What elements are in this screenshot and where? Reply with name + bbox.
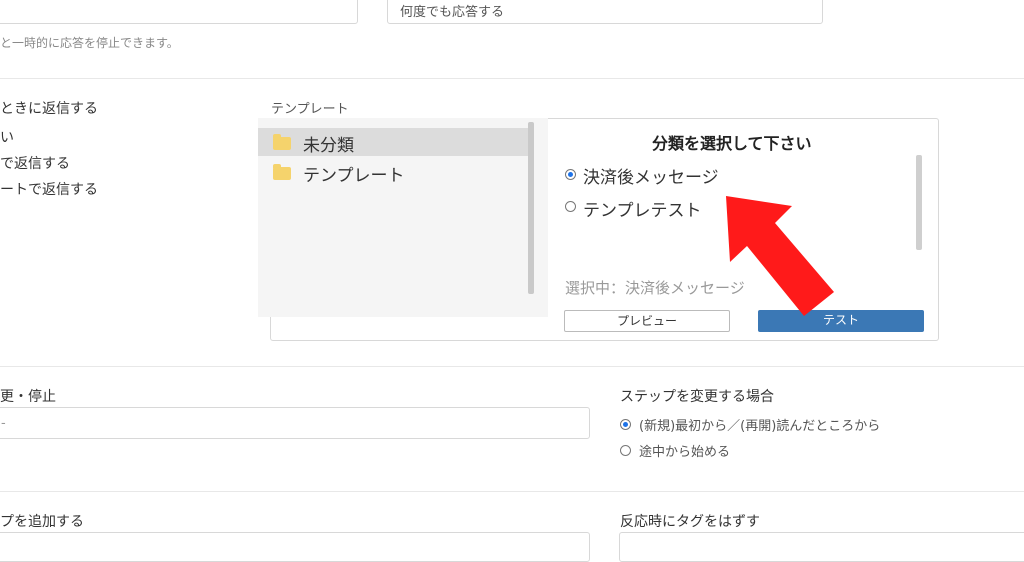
step-select[interactable]: - bbox=[0, 407, 590, 439]
top-left-input[interactable] bbox=[0, 0, 358, 24]
folder-label: テンプレート bbox=[303, 166, 405, 186]
add-tag-label: プを追加する bbox=[0, 514, 84, 530]
response-mode-value: 何度でも応答する bbox=[400, 5, 505, 20]
template-label: テンプレート bbox=[271, 102, 349, 117]
selected-template-text: 選択中：決済後メッセージ bbox=[565, 279, 745, 297]
folder-icon bbox=[273, 164, 291, 180]
preview-button[interactable]: プレビュー bbox=[564, 310, 730, 332]
divider-1 bbox=[0, 78, 1024, 79]
remove-tag-input[interactable] bbox=[619, 532, 1024, 562]
step-radio-restart[interactable] bbox=[620, 419, 631, 430]
folder-label: 未分類 bbox=[303, 136, 354, 156]
reply-option-3[interactable]: ートで返信する bbox=[0, 179, 98, 199]
step-select-value: - bbox=[1, 416, 6, 431]
divider-2 bbox=[0, 366, 1024, 367]
choice-radio-test[interactable] bbox=[565, 201, 576, 212]
reply-heading: ときに返信する bbox=[0, 101, 98, 117]
reply-option-1[interactable]: い bbox=[0, 127, 14, 147]
step-right-label: ステップを変更する場合 bbox=[620, 389, 774, 405]
remove-tag-label: 反応時にタグをはずす bbox=[620, 514, 760, 530]
step-option-middle[interactable]: 途中から始める bbox=[639, 441, 730, 460]
choice-label-test[interactable]: テンプレテスト bbox=[583, 196, 702, 221]
folder-list-scrollbar[interactable] bbox=[528, 122, 534, 294]
add-tag-input[interactable] bbox=[0, 532, 590, 562]
folder-list: 未分類 テンプレート bbox=[258, 118, 548, 317]
test-button[interactable]: テスト bbox=[758, 310, 924, 332]
divider-3 bbox=[0, 491, 1024, 492]
choice-label-payment[interactable]: 決済後メッセージ bbox=[583, 163, 719, 188]
response-mode-select[interactable]: 何度でも応答する bbox=[387, 0, 823, 24]
step-left-label: 更・停止 bbox=[0, 389, 56, 405]
reply-option-2[interactable]: で返信する bbox=[0, 153, 70, 173]
panel-title: 分類を選択して下さい bbox=[652, 134, 812, 153]
folder-item-unclassified[interactable]: 未分類 bbox=[258, 128, 528, 156]
folder-item-template[interactable]: テンプレート bbox=[258, 158, 528, 186]
pause-hint: と一時的に応答を停止できます。 bbox=[0, 36, 179, 50]
choice-radio-payment[interactable] bbox=[565, 169, 576, 180]
step-radio-middle[interactable] bbox=[620, 445, 631, 456]
step-option-restart[interactable]: (新規)最初から／(再開)読んだところから bbox=[639, 415, 880, 434]
folder-icon bbox=[273, 134, 291, 150]
choice-list-scrollbar[interactable] bbox=[916, 155, 922, 250]
